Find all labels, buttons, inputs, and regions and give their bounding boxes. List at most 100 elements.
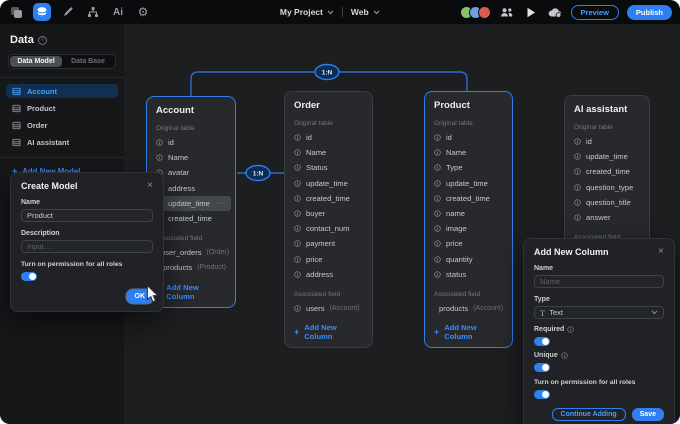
field-info-icon [574, 214, 581, 221]
publish-button[interactable]: Publish [627, 5, 672, 20]
field-row[interactable]: Status [294, 160, 363, 175]
sidebar-item-product[interactable]: Product [6, 101, 118, 115]
field-row[interactable]: id [156, 135, 226, 150]
field-row[interactable]: address [294, 267, 363, 282]
field-row[interactable]: payment [294, 236, 363, 251]
field-row[interactable]: Name [294, 145, 363, 160]
field-row[interactable]: buyer [294, 206, 363, 221]
entity-card-product[interactable]: ProductOriginal tableidNameTypeupdate_ti… [424, 91, 513, 348]
tab-data-base[interactable]: Data Base [62, 56, 114, 67]
column-type-select[interactable]: T Text [534, 306, 664, 319]
ok-button[interactable]: OK [127, 290, 154, 303]
add-new-column-dialog: Add New Column × Name Name Type T Text R… [523, 238, 675, 424]
actionflow-icon[interactable] [85, 4, 101, 20]
associated-field-row[interactable]: products(Account) [434, 301, 503, 316]
entity-title: AI assistant [574, 96, 640, 115]
relation-badge[interactable]: 1:N [315, 65, 339, 80]
field-row[interactable]: created_time [434, 191, 503, 206]
preview-button[interactable]: Preview [571, 5, 619, 20]
project-switcher[interactable]: My Project [280, 7, 334, 17]
field-row[interactable]: id [574, 134, 640, 149]
unique-toggle[interactable] [534, 363, 550, 372]
model-description-input[interactable]: Input... [21, 240, 153, 253]
sidebar-item-order[interactable]: Order [6, 118, 118, 132]
associated-field-row[interactable]: user_orders(Order) [156, 245, 226, 260]
continue-adding-button[interactable]: Continue Adding [552, 408, 626, 421]
info-icon [567, 326, 574, 333]
required-label: Required [534, 326, 564, 333]
field-row[interactable]: avatar [156, 165, 226, 180]
field-info-icon [294, 180, 301, 187]
topbar-nav: Ai ⚙ [0, 3, 200, 21]
field-row[interactable]: id [434, 130, 503, 145]
run-icon[interactable] [523, 4, 539, 20]
field-info-icon [434, 195, 441, 202]
create-model-dialog: Create Model × Name Product Description … [10, 172, 164, 312]
field-row[interactable]: Type [434, 160, 503, 175]
field-row[interactable]: update_time [434, 176, 503, 191]
entity-card-order[interactable]: OrderOriginal tableidNameStatusupdate_ti… [284, 91, 373, 348]
field-row[interactable]: image [434, 221, 503, 236]
original-table-label: Original table [434, 120, 503, 127]
field-info-icon [434, 271, 441, 278]
field-row[interactable]: quantity [434, 252, 503, 267]
design-icon[interactable] [60, 4, 76, 20]
entity-card-ai-assistant[interactable]: AI assistantOriginal tableidupdate_timec… [564, 95, 650, 251]
field-row[interactable]: Name [434, 145, 503, 160]
app-logo-icon[interactable] [8, 4, 24, 20]
field-row[interactable]: id [294, 130, 363, 145]
save-button[interactable]: Save [632, 408, 664, 421]
associated-field-label: Associated field [434, 291, 503, 298]
permission-toggle[interactable] [21, 272, 37, 281]
field-row[interactable]: question_title [574, 195, 640, 210]
field-row[interactable]: created_time [574, 164, 640, 179]
required-toggle[interactable] [534, 337, 550, 346]
field-row[interactable]: price [434, 236, 503, 251]
field-row[interactable]: question_type [574, 180, 640, 195]
field-row[interactable]: status [434, 267, 503, 282]
ai-icon[interactable]: Ai [110, 4, 126, 20]
field-row[interactable]: address [156, 181, 226, 196]
model-name-input[interactable]: Product [21, 209, 153, 222]
collaborator-avatars[interactable] [460, 6, 491, 19]
column-name-input[interactable]: Name [534, 275, 664, 288]
table-icon [12, 104, 21, 113]
sidebar-item-account[interactable]: Account [6, 84, 118, 98]
field-row[interactable]: contact_num [294, 221, 363, 236]
field-row[interactable]: price [294, 252, 363, 267]
chevron-down-icon [327, 10, 334, 15]
associated-field-label: Associated field [156, 235, 226, 242]
collaborators-icon[interactable] [499, 4, 515, 20]
data-icon[interactable] [33, 3, 51, 21]
field-row[interactable]: name [434, 206, 503, 221]
permission-toggle[interactable] [534, 390, 550, 399]
app-window: 1:N 1:N AccountOriginal tableidNameavata… [0, 0, 680, 424]
add-new-column-button[interactable]: +Add New Column [294, 323, 363, 341]
field-info-icon [294, 256, 301, 263]
relation-badge[interactable]: 1:N [246, 166, 270, 181]
help-icon[interactable]: ? [38, 36, 47, 45]
row-menu-icon[interactable]: ··· [216, 200, 226, 207]
field-row[interactable]: answer [574, 210, 640, 225]
close-icon[interactable]: × [658, 248, 664, 256]
field-row[interactable]: Name [156, 150, 226, 165]
settings-icon[interactable]: ⚙ [135, 4, 151, 20]
add-new-column-button[interactable]: +Add New Column [434, 323, 503, 341]
field-row[interactable]: update_time [294, 176, 363, 191]
associated-field-row[interactable]: users(Account) [294, 301, 363, 316]
field-info-icon [294, 305, 301, 312]
permission-label: Turn on permission for all roles [21, 261, 153, 268]
add-new-column-button[interactable]: +Add New Column [156, 283, 226, 301]
sidebar-item-ai-assistant[interactable]: AI assistant [6, 135, 118, 149]
field-row[interactable]: created_time [294, 191, 363, 206]
associated-field-row[interactable]: products(Product) [156, 260, 226, 275]
platform-switcher[interactable]: Web [351, 7, 380, 17]
field-row[interactable]: update_time [574, 149, 640, 164]
field-info-icon [574, 153, 581, 160]
build-cloud-icon[interactable] [547, 4, 563, 20]
close-icon[interactable]: × [147, 182, 153, 190]
field-row[interactable]: created_time [156, 211, 226, 226]
field-info-icon [434, 134, 441, 141]
tab-data-model[interactable]: Data Model [10, 56, 62, 67]
dialog-title: Create Model [21, 181, 78, 191]
